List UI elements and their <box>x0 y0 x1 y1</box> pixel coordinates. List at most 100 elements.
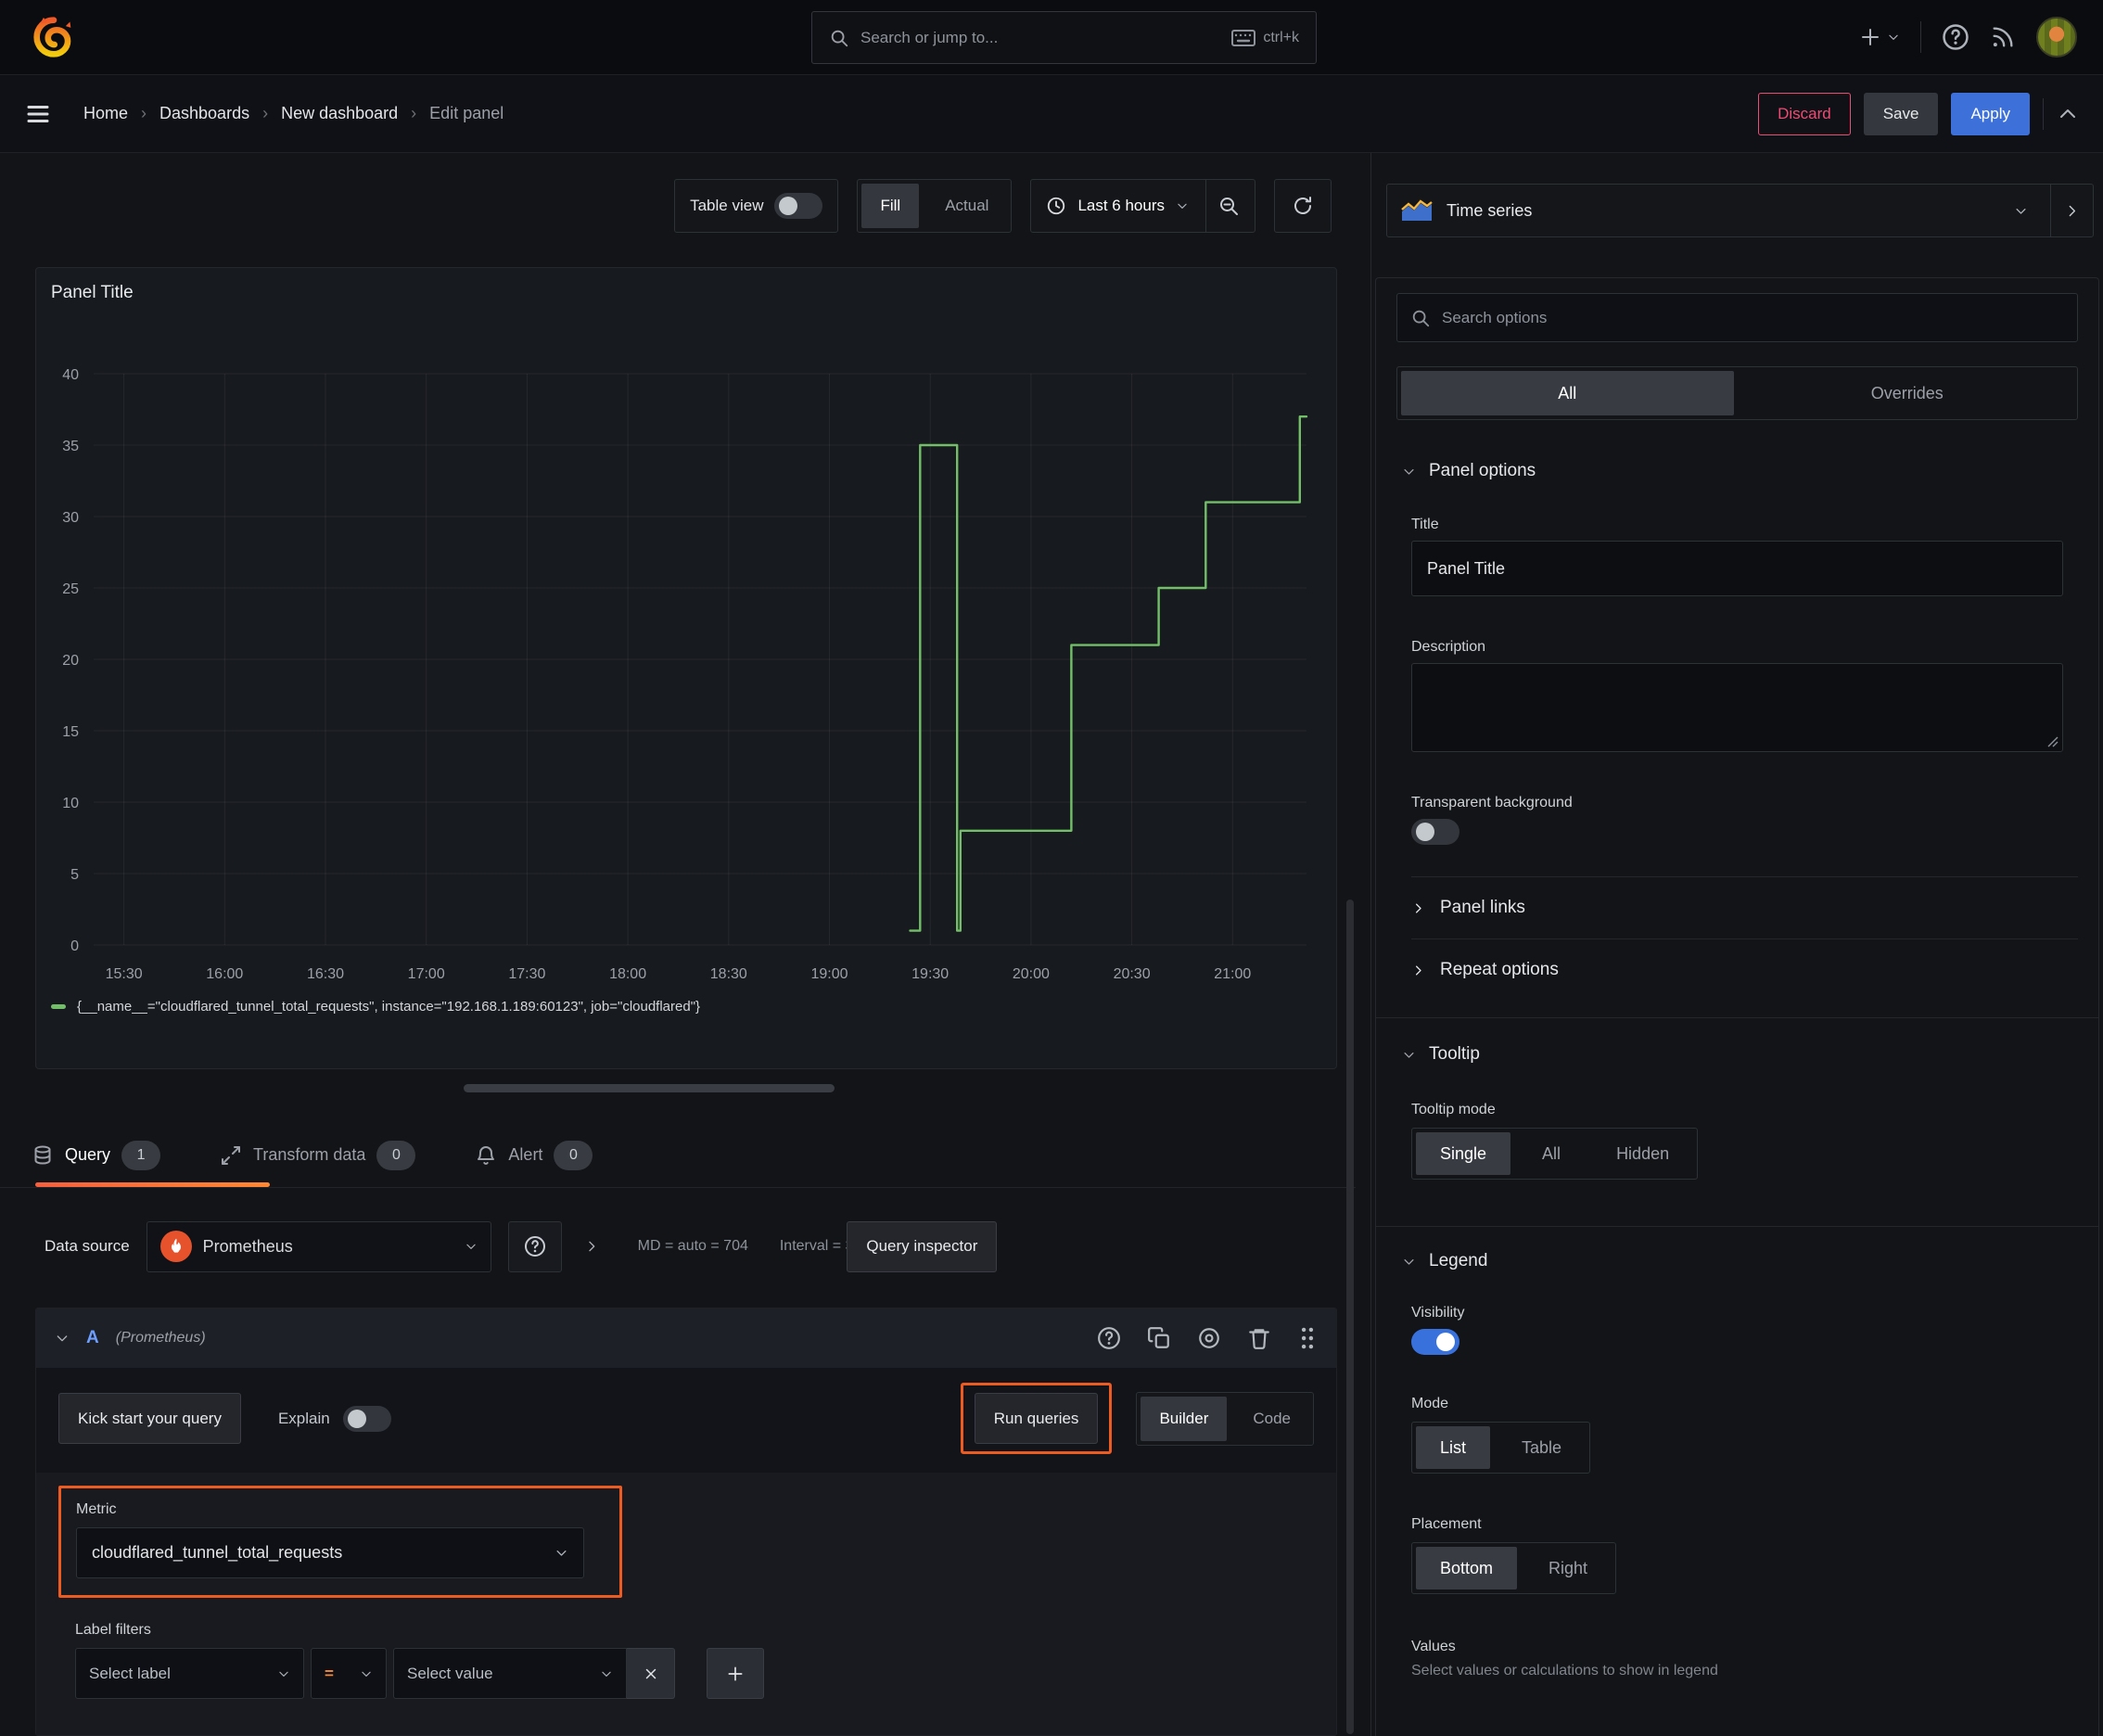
placement-label: Placement <box>1411 1516 1482 1532</box>
table-view-control: Table view <box>674 179 839 233</box>
duplicate-query-icon[interactable] <box>1147 1326 1171 1350</box>
query-row-header[interactable]: A (Prometheus) <box>36 1308 1336 1368</box>
breadcrumb: Home › Dashboards › New dashboard › Edit… <box>83 104 503 123</box>
breadcrumb-home[interactable]: Home <box>83 104 128 123</box>
zoom-out-icon[interactable] <box>1217 195 1240 217</box>
query-help-icon[interactable] <box>1097 1326 1121 1350</box>
breadcrumb-bar: Home › Dashboards › New dashboard › Edit… <box>0 75 2103 153</box>
values-help-text: Select values or calculations to show in… <box>1411 1663 1718 1679</box>
select-value-placeholder: Select value <box>407 1664 493 1682</box>
new-button[interactable] <box>1859 26 1900 48</box>
plus-icon <box>1862 29 1879 45</box>
discard-button[interactable]: Discard <box>1758 92 1851 135</box>
fill-option[interactable]: Fill <box>861 184 920 228</box>
data-source-help-button[interactable] <box>507 1220 562 1272</box>
help-icon[interactable] <box>1942 23 1969 51</box>
close-icon <box>645 1668 656 1679</box>
code-option[interactable]: Code <box>1234 1397 1309 1441</box>
panel-options-sidebar: Time series Search options All Overrides… <box>1370 153 2103 1736</box>
section-panel-options[interactable]: Panel options <box>1396 461 2078 481</box>
menu-icon[interactable] <box>24 100 52 128</box>
search-options-input[interactable]: Search options <box>1396 293 2078 342</box>
expand-options-icon[interactable] <box>584 1239 599 1254</box>
tooltip-hidden-option[interactable]: Hidden <box>1592 1132 1693 1175</box>
query-inspector-button[interactable]: Query inspector <box>847 1220 998 1272</box>
chart-legend[interactable]: {__name__="cloudflared_tunnel_total_requ… <box>51 999 700 1015</box>
add-filter-button[interactable] <box>707 1648 764 1699</box>
description-textarea[interactable] <box>1411 663 2063 752</box>
time-series-chart[interactable]: 0 5 10 15 20 25 30 35 40 15:30 16:00 16:30 17:00 17:3… <box>36 268 1336 1068</box>
kick-start-query-button[interactable]: Kick start your query <box>58 1393 241 1444</box>
table-view-toggle[interactable] <box>774 193 823 219</box>
svg-text:19:00: 19:00 <box>810 966 848 982</box>
global-search-input[interactable]: Search or jump to... ctrl+k <box>811 11 1317 64</box>
apply-button[interactable]: Apply <box>1951 92 2030 135</box>
time-range-label[interactable]: Last 6 hours <box>1077 197 1165 215</box>
placement-bottom-option[interactable]: Bottom <box>1416 1547 1518 1589</box>
breadcrumb-dashboards[interactable]: Dashboards <box>159 104 249 123</box>
toggle-viz-panel-icon[interactable] <box>2064 203 2080 219</box>
section-tooltip[interactable]: Tooltip <box>1396 1044 2078 1065</box>
tooltip-single-option[interactable]: Single <box>1416 1132 1511 1175</box>
delete-query-icon[interactable] <box>1247 1326 1271 1350</box>
tooltip-all-option[interactable]: All <box>1518 1132 1585 1175</box>
operator-dropdown[interactable]: = <box>311 1648 387 1699</box>
tab-query-label: Query <box>65 1145 111 1164</box>
collapse-header-icon[interactable] <box>2057 103 2079 125</box>
vertical-scrollbar[interactable] <box>1346 900 1354 1734</box>
builder-option[interactable]: Builder <box>1141 1396 1228 1441</box>
refresh-button[interactable] <box>1274 179 1332 233</box>
tab-transform-data[interactable]: Transform data 0 <box>220 1123 416 1188</box>
divider <box>2043 97 2044 130</box>
divider <box>1205 180 1206 232</box>
chevron-down-icon <box>1404 468 1414 475</box>
data-source-picker[interactable]: Prometheus <box>146 1220 491 1272</box>
options-pane: Search options All Overrides Panel optio… <box>1375 277 2099 1736</box>
tab-alert[interactable]: Alert 0 <box>475 1123 593 1188</box>
section-legend[interactable]: Legend <box>1396 1251 2078 1271</box>
resize-handle-icon[interactable] <box>2047 736 2058 747</box>
tab-overrides[interactable]: Overrides <box>1741 371 2074 415</box>
chevron-down-icon[interactable] <box>1176 199 1189 212</box>
run-queries-button[interactable]: Run queries <box>974 1393 1099 1444</box>
panel-title-input[interactable] <box>1411 541 2063 596</box>
legend-visibility-toggle[interactable] <box>1411 1329 1459 1355</box>
news-icon[interactable] <box>1990 24 2016 50</box>
explain-label: Explain <box>277 1409 330 1427</box>
select-label-dropdown[interactable]: Select label <box>75 1648 304 1699</box>
transparent-bg-toggle[interactable] <box>1411 819 1459 845</box>
time-range-control: Last 6 hours <box>1030 179 1255 233</box>
tab-all[interactable]: All <box>1401 371 1734 415</box>
explain-toggle[interactable] <box>342 1405 391 1432</box>
user-avatar[interactable] <box>2036 17 2077 57</box>
query-editor-card: A (Prometheus) Kick start your query Exp… <box>35 1308 1337 1736</box>
legend-placement-switch: Bottom Right <box>1411 1542 1617 1594</box>
placement-right-option[interactable]: Right <box>1524 1547 1612 1589</box>
chevron-down-icon <box>279 1671 288 1677</box>
breadcrumb-new-dashboard[interactable]: New dashboard <box>281 104 398 123</box>
remove-filter-button[interactable] <box>627 1648 675 1699</box>
chevron-down-icon <box>1404 1258 1414 1265</box>
legend-list-option[interactable]: List <box>1416 1426 1491 1469</box>
grafana-logo[interactable] <box>33 15 74 59</box>
time-series-panel[interactable]: Panel Title 0 5 10 15 20 25 30 35 40 15:30 16:00 16… <box>35 267 1337 1069</box>
visualization-picker[interactable]: Time series <box>1386 184 2094 237</box>
drag-handle-icon[interactable] <box>1297 1326 1318 1350</box>
chevron-down-icon[interactable] <box>55 1331 70 1346</box>
section-panel-links[interactable]: Panel links <box>1396 877 2078 938</box>
select-value-dropdown[interactable]: Select value <box>393 1648 627 1699</box>
section-repeat-options[interactable]: Repeat options <box>1396 939 2078 1001</box>
tab-query[interactable]: Query 1 <box>32 1123 161 1188</box>
disable-query-eye-icon[interactable] <box>1197 1326 1221 1350</box>
chevron-down-icon <box>362 1671 371 1677</box>
legend-table-option[interactable]: Table <box>1498 1426 1586 1469</box>
metric-highlight: Metric cloudflared_tunnel_total_requests <box>58 1486 622 1598</box>
horizontal-scrollbar[interactable] <box>464 1084 835 1092</box>
legend-series-label[interactable]: {__name__="cloudflared_tunnel_total_requ… <box>77 999 700 1015</box>
save-button[interactable]: Save <box>1863 92 1939 135</box>
metric-select[interactable]: cloudflared_tunnel_total_requests <box>76 1527 584 1578</box>
tab-alert-label: Alert <box>508 1145 543 1164</box>
actual-option[interactable]: Actual <box>926 184 1007 228</box>
metric-value: cloudflared_tunnel_total_requests <box>92 1543 343 1562</box>
visibility-label: Visibility <box>1411 1305 1465 1321</box>
